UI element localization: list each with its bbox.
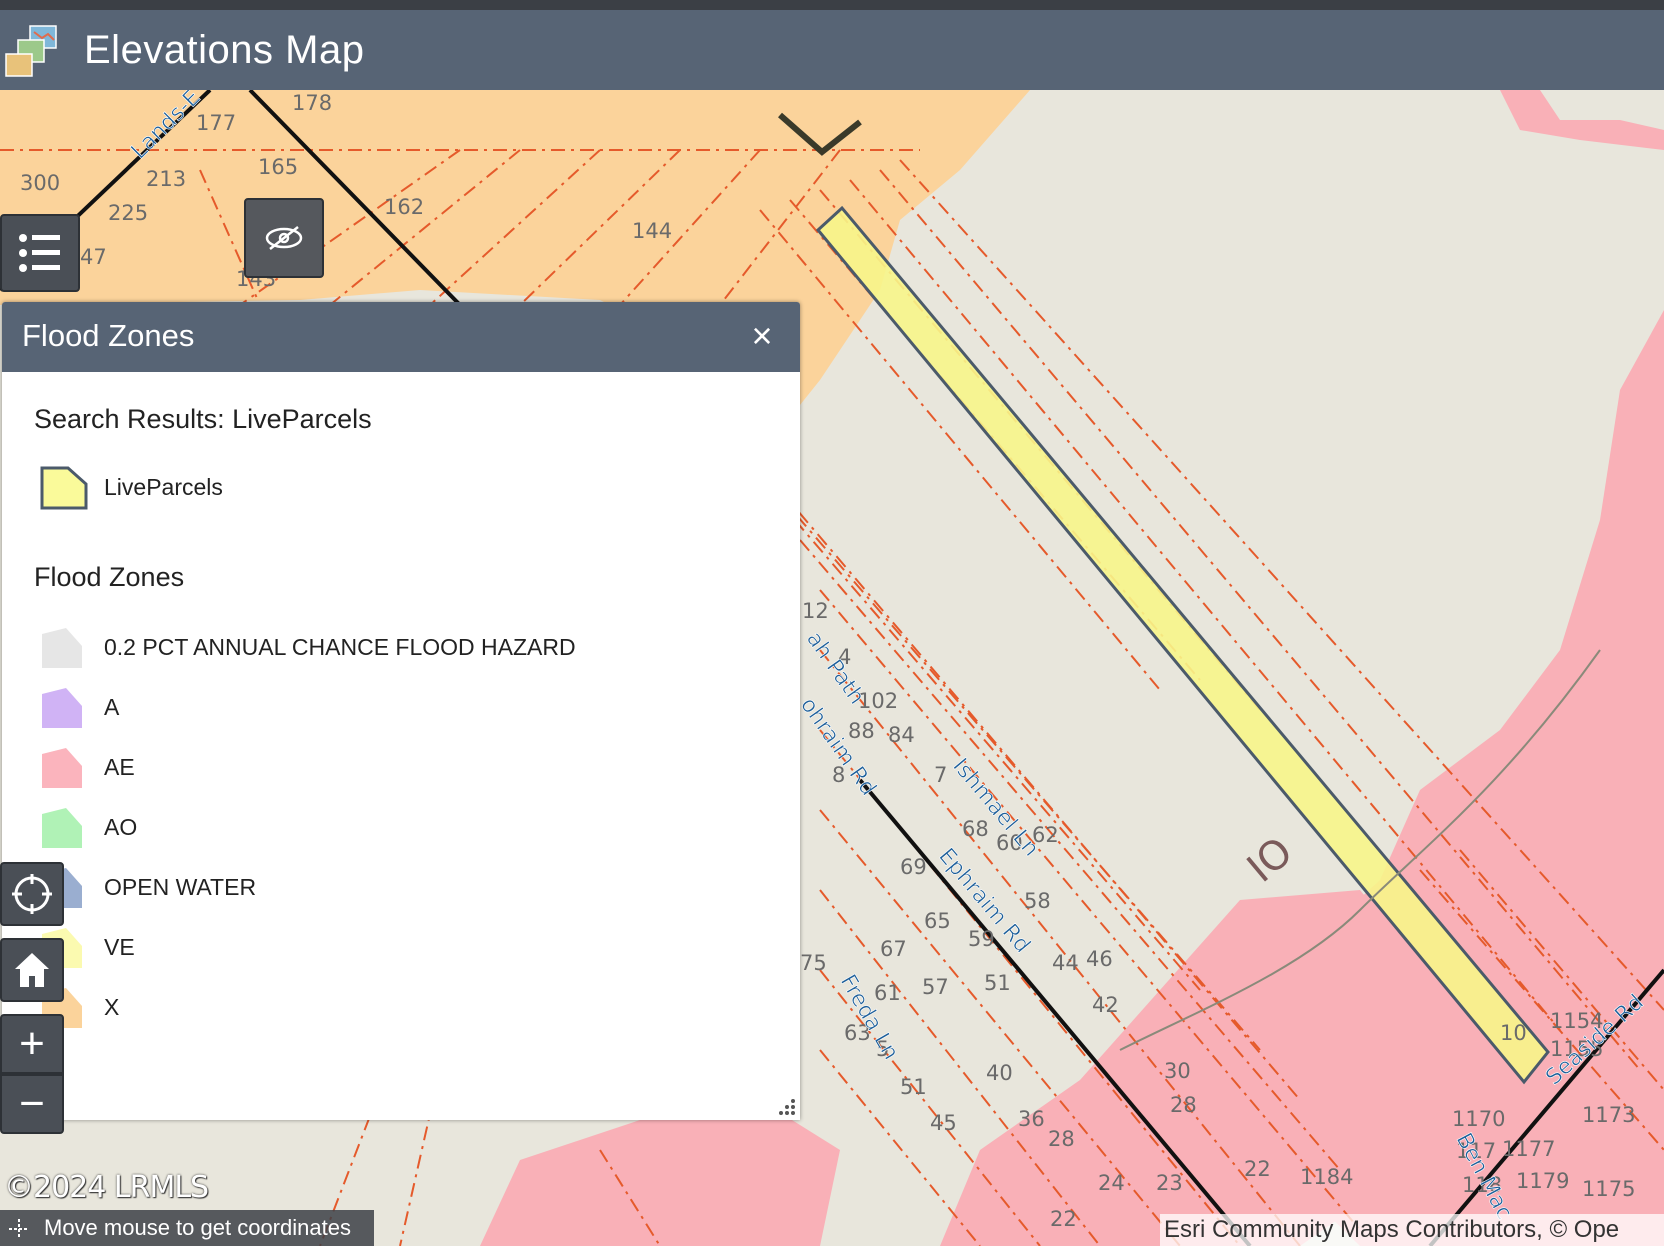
legend-item-label: LiveParcels [104, 474, 223, 500]
zoom-out-button[interactable]: − [0, 1074, 64, 1134]
parcel-number: 1177 [1502, 1137, 1555, 1161]
app-logo-icon [5, 25, 57, 77]
parcel-number: 1170 [1452, 1107, 1505, 1131]
parcel-number: 51 [900, 1075, 927, 1099]
parcel-number: 51 [984, 971, 1011, 995]
parcel-number: 58 [1024, 889, 1051, 913]
parcel-number: 24 [1098, 1171, 1125, 1195]
parcel-number: 36 [1018, 1107, 1045, 1131]
legend-item-label: VE [104, 934, 135, 960]
parcel-number: 144 [632, 219, 672, 243]
parcel-number: 28 [1170, 1093, 1197, 1117]
parcel-number: 1184 [1300, 1165, 1353, 1189]
parcel-number: 47 [80, 245, 107, 269]
polygon-swatch-icon [42, 628, 82, 668]
parcel-number: 59 [968, 927, 995, 951]
list-icon [19, 234, 60, 272]
parcel-number: 88 [848, 719, 875, 743]
legend-item-flood-zone: AO [40, 802, 740, 852]
eye-slash-icon [265, 226, 303, 250]
parcel-number: 1179 [1516, 1169, 1569, 1193]
panel-header: Flood Zones × [2, 302, 800, 372]
close-icon: × [751, 315, 773, 356]
parcel-number: 75 [800, 951, 827, 975]
parcel-number: 225 [108, 201, 148, 225]
parcel-number: 65 [924, 909, 951, 933]
legend-item-flood-zone: OPEN WATER [40, 862, 740, 912]
parcel-number: 162 [384, 195, 424, 219]
parcel-number: 213 [146, 167, 186, 191]
attribution-text: Esri Community Maps Contributors, © Ope [1164, 1216, 1620, 1243]
legend-item-label: X [104, 994, 120, 1020]
layer-list-button[interactable] [0, 214, 80, 292]
legend-item-flood-zone: VE [40, 922, 740, 972]
close-button[interactable]: × [742, 314, 782, 358]
panel-title: Flood Zones [22, 318, 195, 353]
parcel-number: 10 [1500, 1021, 1527, 1045]
crosshair-small-icon [9, 1219, 29, 1239]
parcel-number: 7 [934, 763, 947, 787]
app-header: Elevations Map [0, 10, 1664, 90]
polygon-swatch-icon [40, 466, 88, 510]
flood-zones-section-title: Flood Zones [34, 562, 185, 592]
map-attribution: Esri Community Maps Contributors, © Ope [1160, 1214, 1664, 1246]
parcel-number: 177 [196, 111, 236, 135]
parcel-number: 61 [874, 981, 901, 1005]
parcel-number: 68 [962, 817, 989, 841]
crosshair-icon [12, 874, 52, 914]
flood-zones-panel: Flood Zones × Search Results: LiveParcel… [2, 302, 800, 1120]
legend-item-flood-zone: X [40, 982, 740, 1032]
coordinates-text: Move mouse to get coordinates [44, 1215, 351, 1240]
window-top-strip [0, 0, 1664, 10]
home-icon [15, 953, 49, 987]
parcel-number: 69 [900, 855, 927, 879]
home-button[interactable] [0, 938, 64, 1002]
parcel-number: 1173 [1582, 1103, 1635, 1127]
resize-grip-icon[interactable] [776, 1096, 796, 1116]
coordinates-bar: Move mouse to get coordinates [0, 1210, 374, 1246]
legend-item-label: AO [104, 814, 138, 840]
parcel-number: 84 [888, 723, 915, 747]
parcel-number: 23 [1156, 1171, 1183, 1195]
legend-item-flood-zone: A [40, 682, 740, 732]
parcel-number: 12 [802, 599, 829, 623]
polygon-swatch-icon [42, 688, 82, 728]
parcel-number: 28 [1048, 1127, 1075, 1151]
zoom-in-button[interactable]: + [0, 1014, 64, 1074]
search-results-title: Search Results: LiveParcels [34, 404, 372, 434]
plus-icon: + [19, 1019, 45, 1068]
copyright-watermark: ©2024 LRMLS [4, 1170, 209, 1205]
parcel-number: 30 [1164, 1059, 1191, 1083]
parcel-number: 22 [1244, 1157, 1271, 1181]
parcel-number: 178 [292, 91, 332, 115]
parcel-number: 67 [880, 937, 907, 961]
parcel-number: 44 [1052, 951, 1079, 975]
legend-item-label: 0.2 PCT ANNUAL CHANCE FLOOD HAZARD [104, 634, 576, 660]
legend-item-label: A [104, 694, 120, 720]
parcel-number: 42 [1092, 993, 1119, 1017]
parcel-number: 1175 [1582, 1177, 1635, 1201]
parcel-number: 46 [1086, 947, 1113, 971]
legend-item-flood-zone: AE [40, 742, 740, 792]
legend-item-liveparcels: LiveParcels [40, 462, 740, 512]
parcel-number: 165 [258, 155, 298, 179]
legend-item-label: AE [104, 754, 135, 780]
polygon-swatch-icon [42, 748, 82, 788]
parcel-number: 300 [20, 171, 60, 195]
parcel-number: 45 [930, 1111, 957, 1135]
legend-item-label: OPEN WATER [104, 874, 257, 900]
minus-icon: − [19, 1079, 45, 1128]
parcel-number: 40 [986, 1061, 1013, 1085]
parcel-number: 57 [922, 975, 949, 999]
app-title: Elevations Map [84, 28, 365, 72]
parcel-number: 22 [1050, 1207, 1077, 1231]
legend-item-flood-zone: 0.2 PCT ANNUAL CHANCE FLOOD HAZARD [40, 622, 740, 672]
locate-button[interactable] [0, 862, 64, 926]
toggle-visibility-button[interactable] [244, 198, 324, 278]
polygon-swatch-icon [42, 808, 82, 848]
